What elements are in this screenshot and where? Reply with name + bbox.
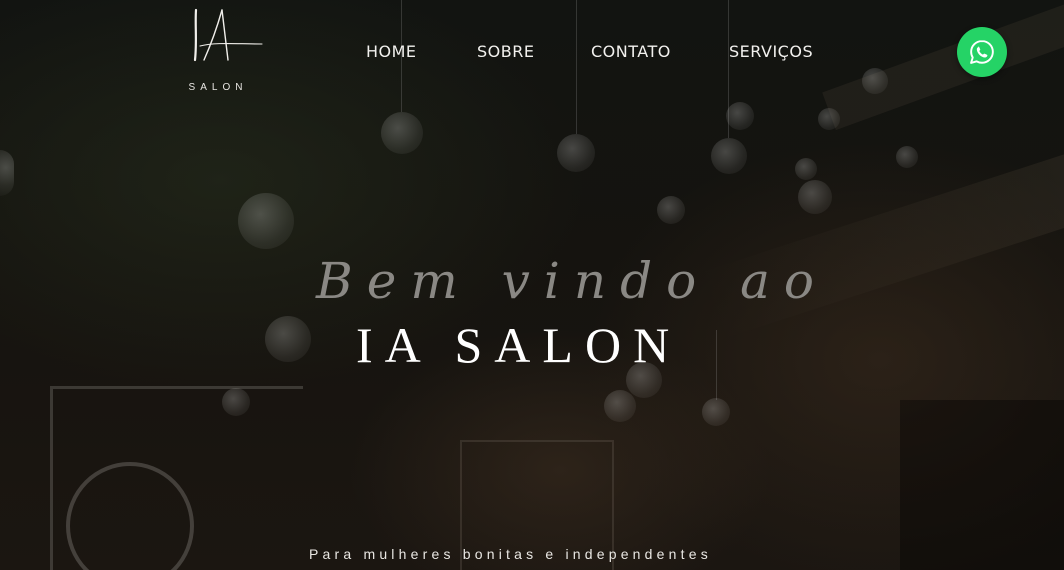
lamp-globe [238,193,294,249]
hero-tagline: Para mulheres bonitas e independentes [309,546,712,562]
lamp-globe [862,68,888,94]
logo-monogram-icon [193,8,263,62]
logo-subtitle: SALON [188,82,248,93]
lamp-globe [702,398,730,426]
lamp-globe [798,180,832,214]
nav-home[interactable]: HOME [366,42,417,61]
lamp-globe [381,112,423,154]
lamp-globe [711,138,747,174]
lamp-globe [0,150,14,196]
site-logo[interactable]: SALON [186,6,266,93]
whatsapp-icon [970,40,994,64]
nav-contato[interactable]: CONTATO [591,42,671,61]
lamp-globe [657,196,685,224]
hero-title: IA SALON [356,317,682,373]
lamp-globe [896,146,918,168]
lamp-wire [576,0,577,134]
lamp-globe [795,158,817,180]
lamp-globe [222,388,250,416]
lamp-globe [818,108,840,130]
background-beam [822,0,1064,131]
whatsapp-button[interactable] [957,27,1007,77]
nav-sobre[interactable]: SOBRE [477,42,534,61]
nav-servicos[interactable]: SERVIÇOS [729,42,813,61]
lamp-globe [265,316,311,362]
lamp-globe [557,134,595,172]
hero-welcome-text: Bem vindo ao [316,252,828,310]
lamp-globe [604,390,636,422]
background-wall [900,400,1064,570]
lamp-globe [726,102,754,130]
